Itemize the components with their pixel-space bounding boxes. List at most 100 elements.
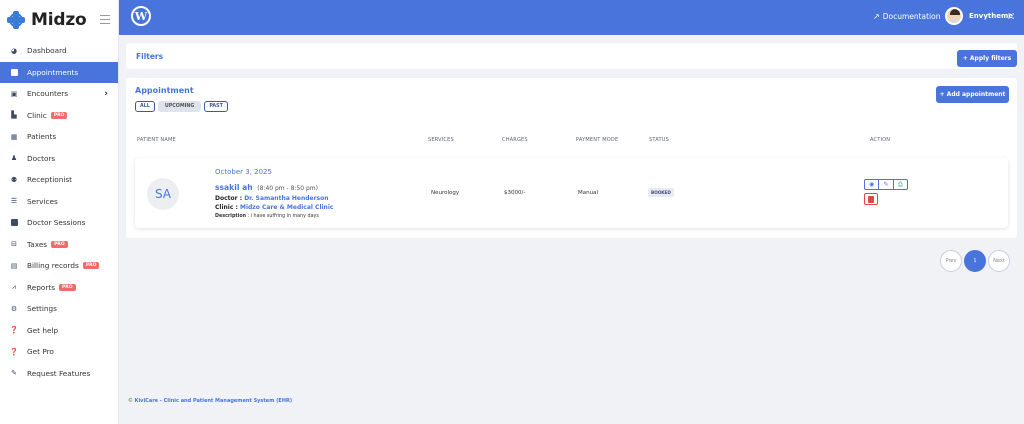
view-icon[interactable]: ◉	[865, 180, 880, 189]
edit-icon: ✎	[11, 369, 17, 378]
calendar-check-icon: ▣	[10, 89, 18, 98]
sidebar-item-dashboard[interactable]: ◕ Dashboard	[0, 40, 118, 62]
sidebar-item-encounters[interactable]: ▣ Encounters ›	[0, 83, 118, 105]
pro-badge: PRO	[59, 283, 76, 291]
sidebar-toggle-icon[interactable]	[100, 15, 110, 24]
calendar-icon	[10, 219, 18, 227]
appointment-time: (8:40 pm - 8:50 pm)	[257, 185, 318, 192]
delete-button[interactable]	[864, 193, 878, 205]
patient-avatar: SA	[147, 178, 179, 210]
help-icon: ❓	[9, 326, 19, 335]
payment-mode-cell: Manual	[578, 190, 598, 196]
sidebar-item-patients[interactable]: ▦ Patients	[0, 126, 118, 148]
trash-icon	[868, 195, 874, 203]
sidebar-item-label: Dashboard	[27, 46, 67, 56]
sidebar-item-reports[interactable]: ⩘ Reports PRO	[0, 277, 118, 299]
list-icon: ☰	[10, 197, 18, 206]
hospital-icon: ▙	[11, 111, 17, 120]
clinic-label: Clinic :	[215, 204, 240, 211]
column-header-patient-name: PATIENT NAME	[137, 137, 176, 143]
footer: © KiviCare - Clinic and Patient Manageme…	[128, 398, 292, 404]
user-menu[interactable]: Envytheme	[945, 7, 1013, 25]
add-appointment-button[interactable]: + Add appointment	[936, 86, 1009, 103]
sidebar-item-label: Taxes	[27, 239, 48, 249]
sidebar-item-request-features[interactable]: ✎ Request Features	[0, 363, 118, 385]
sidebar-item-get-pro[interactable]: ❓ Get Pro	[0, 341, 118, 363]
copyright-symbol: ©	[128, 398, 133, 404]
gears-icon: ⚙	[10, 304, 18, 313]
sidebar-item-clinic[interactable]: ▙ Clinic PRO	[0, 105, 118, 127]
documentation-label: Documentation	[882, 12, 941, 21]
tab-all[interactable]: ALL	[135, 101, 155, 112]
patients-icon: ▦	[10, 132, 18, 141]
apply-filters-button[interactable]: + Apply filters	[957, 50, 1017, 67]
page-1-button[interactable]: 1	[964, 250, 986, 272]
sidebar-item-doctors[interactable]: ♟ Doctors	[0, 148, 118, 170]
sidebar-item-doctor-sessions[interactable]: Doctor Sessions	[0, 212, 118, 234]
sidebar-item-receptionist[interactable]: ⚉ Receptionist	[0, 169, 118, 191]
top-header: W ↗ Documentation Envytheme ⛶	[119, 0, 1024, 35]
sidebar-item-taxes[interactable]: ⊟ Taxes PRO	[0, 234, 118, 256]
description-label: Description	[215, 214, 247, 219]
column-header-services: SERVICES	[428, 137, 454, 143]
charges-cell: $3000/-	[504, 190, 526, 196]
sidebar-nav: ◕ Dashboard Appointments ▣ Encounters › …	[0, 40, 118, 384]
chevron-right-icon: ›	[104, 88, 108, 99]
tax-icon: ⊟	[11, 240, 17, 249]
user-name: Envytheme	[969, 12, 1014, 20]
sidebar-item-billing-records[interactable]: ▤ Billing records PRO	[0, 255, 118, 277]
sidebar-item-label: Patients	[27, 132, 57, 142]
clinic-name: Midzo Care & Medical Clinic	[239, 204, 334, 211]
doctor-name: Dr. Samantha Henderson	[244, 195, 329, 202]
edit-icon[interactable]: ✎	[879, 180, 894, 189]
appointment-date: October 3, 2025	[215, 168, 272, 176]
service-cell: Neurology	[431, 190, 460, 196]
column-header-charges: CHARGES	[502, 137, 528, 143]
sidebar-item-label: Get help	[27, 325, 59, 335]
description-text: : i have suffring in many days	[246, 214, 319, 219]
status-badge: BOOKED	[648, 188, 674, 197]
pro-badge: PRO	[51, 240, 68, 248]
sidebar-item-label: Doctor Sessions	[27, 218, 86, 228]
wordpress-icon[interactable]: W	[131, 6, 151, 26]
sidebar-item-label: Request Features	[27, 368, 91, 378]
brand-name: Midzo	[31, 10, 87, 30]
sidebar-item-label: Reports	[27, 282, 55, 292]
chart-icon: ⩘	[12, 282, 16, 291]
clinic-line: Clinic : Midzo Care & Medical Clinic	[215, 204, 333, 211]
sidebar-item-label: Appointments	[27, 67, 79, 77]
sidebar-item-label: Settings	[27, 304, 57, 314]
next-page-button[interactable]: Next	[988, 250, 1010, 272]
patient-name[interactable]: ssakil ah (8:40 pm - 8:50 pm)	[215, 183, 318, 192]
appointment-card: Appointment ALL UPCOMING PAST + Add appo…	[126, 78, 1017, 238]
doctor-icon: ♟	[10, 154, 18, 163]
column-header-status: STATUS	[649, 137, 669, 143]
footer-link[interactable]: KiviCare - Clinic and Patient Management…	[135, 398, 293, 404]
fullscreen-icon[interactable]: ⛶	[1008, 12, 1014, 22]
print-icon[interactable]: ⎙	[894, 180, 907, 189]
pro-badge: PRO	[50, 111, 68, 119]
appointment-title: Appointment	[135, 86, 194, 95]
table-row[interactable]: SA October 3, 2025 ssakil ah (8:40 pm - …	[135, 158, 1008, 228]
sidebar-item-label: Get Pro	[27, 347, 54, 357]
calendar-icon	[10, 68, 18, 76]
column-header-payment-mode: PAYMENT MODE	[576, 137, 619, 143]
sidebar-item-settings[interactable]: ⚙ Settings	[0, 298, 118, 320]
prev-page-button[interactable]: Prev	[940, 250, 962, 272]
sidebar: Midzo ◕ Dashboard Appointments ▣ Encount…	[0, 0, 119, 424]
external-link-icon: ↗	[873, 12, 880, 21]
doctor-label: Doctor :	[215, 195, 245, 202]
tab-upcoming[interactable]: UPCOMING	[157, 101, 202, 112]
sidebar-item-get-help[interactable]: ❓ Get help	[0, 320, 118, 342]
appointment-tabs: ALL UPCOMING PAST	[135, 101, 228, 112]
sidebar-item-label: Receptionist	[27, 175, 73, 185]
sidebar-item-label: Doctors	[27, 153, 56, 163]
doctor-line: Doctor : Dr. Samantha Henderson	[215, 195, 329, 202]
documentation-link[interactable]: ↗ Documentation	[873, 12, 941, 21]
users-icon: ⚉	[10, 175, 18, 184]
filters-title[interactable]: Filters	[136, 52, 163, 61]
pagination: Prev 1 Next	[940, 250, 1010, 272]
sidebar-item-services[interactable]: ☰ Services	[0, 191, 118, 213]
sidebar-item-appointments[interactable]: Appointments	[0, 61, 118, 83]
tab-past[interactable]: PAST	[204, 101, 228, 112]
